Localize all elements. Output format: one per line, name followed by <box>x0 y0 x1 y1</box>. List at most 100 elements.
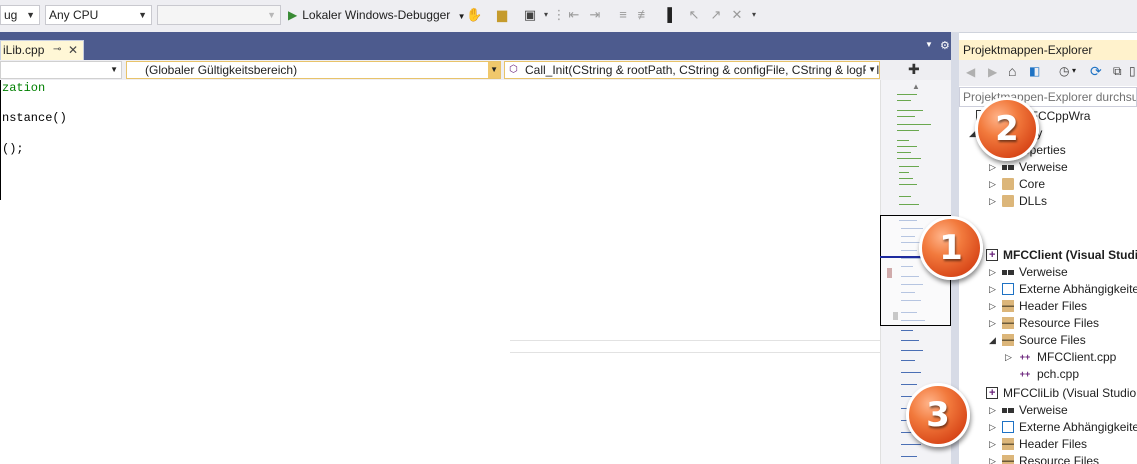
tree-node-label: MFCClient (Visual Studio <box>1003 248 1137 262</box>
tree-node-label: MFCClient.cpp <box>1037 350 1117 364</box>
scope-dropdown[interactable]: (Globaler Gültigkeitsbereich) ▼ <box>126 61 501 79</box>
expand-arrow-icon[interactable]: ▷ <box>989 159 999 176</box>
close-icon[interactable]: ✕ <box>68 41 78 59</box>
chevron-down-icon: ▼ <box>26 10 35 20</box>
navigation-bar: ▼ (Globaler Gültigkeitsbereich) ▼ ⬡ Call… <box>0 60 958 80</box>
method-icon: ⬡ <box>509 64 518 75</box>
expand-arrow-icon[interactable]: ▷ <box>1005 349 1015 366</box>
filter-folder-icon <box>1002 438 1014 450</box>
tree-node-external-deps[interactable]: ▷ Externe Abhängigkeite <box>989 281 1137 298</box>
references-icon <box>1002 404 1014 416</box>
pending-changes-icon[interactable]: ◷ <box>1059 64 1069 78</box>
screenshot-icon[interactable]: ▣ <box>522 6 538 24</box>
forward-icon[interactable]: ▶ <box>988 65 997 79</box>
indent-icon[interactable]: ⇥ <box>587 6 603 24</box>
tree-node-references[interactable]: ▷ Verweise <box>989 264 1068 281</box>
chevron-down-icon: ▼ <box>488 62 500 78</box>
tree-node-file[interactable]: ++ pch.cpp <box>1015 366 1079 383</box>
folder-icon <box>1002 195 1014 207</box>
solution-tree: ppe "MFCCppWra ◢nLibrary ▷roperties ▷Ver… <box>959 107 1137 464</box>
back-icon[interactable]: ◀ <box>966 65 975 79</box>
tree-node-filter[interactable]: ▷ Header Files <box>989 436 1087 453</box>
tab-list-dropdown-icon[interactable]: ▼ <box>925 40 933 49</box>
tree-node-filter[interactable]: ▷ Resource Files <box>989 315 1099 332</box>
tree-node-label: Resource Files <box>1019 316 1100 330</box>
outdent-icon[interactable]: ⇤ <box>566 6 582 24</box>
uncomment-icon[interactable]: ≢ <box>636 6 652 24</box>
comment-icon[interactable]: ≡ <box>615 6 631 24</box>
switch-views-icon[interactable]: ◧ <box>1029 64 1040 78</box>
filter-folder-icon <box>1002 300 1014 312</box>
tree-node-references[interactable]: ▷ Verweise <box>989 159 1068 176</box>
expand-arrow-icon[interactable]: ▷ <box>989 281 999 298</box>
project-dropdown[interactable]: ▼ <box>0 61 122 79</box>
solution-explorer-toolbar: ◀ ▶ ⌂ ◧ ◷ ▾ ⟳ ⧉ ▯ <box>959 60 1137 86</box>
code-line: (); <box>2 142 24 156</box>
tree-node-file[interactable]: ▷ ++ MFCClient.cpp <box>1005 349 1116 366</box>
tree-node-references[interactable]: ▷ Verweise <box>989 402 1068 419</box>
filter-folder-icon <box>1002 317 1014 329</box>
tree-node-label: MFCCliLib (Visual Studio <box>1003 386 1137 400</box>
tree-node-filter[interactable]: ▷ Resource Files <box>989 453 1099 464</box>
toolbar-overflow-icon[interactable]: ▾ <box>746 6 762 24</box>
tree-node-folder[interactable]: ▷ DLLs <box>989 193 1047 210</box>
external-dependencies-icon <box>1002 283 1014 295</box>
startup-item-dropdown[interactable]: ▼ <box>157 5 281 25</box>
expand-arrow-icon[interactable]: ▷ <box>989 453 999 464</box>
gear-icon[interactable]: ⚙ <box>940 39 950 52</box>
project-icon <box>986 247 998 264</box>
expand-arrow-icon[interactable]: ▷ <box>989 436 999 453</box>
document-tab-label: iLib.cpp <box>3 43 45 57</box>
show-all-files-icon[interactable]: ▯ <box>1129 64 1136 78</box>
expand-arrow-icon[interactable]: ▷ <box>989 193 999 210</box>
expand-arrow-icon[interactable]: ▷ <box>989 176 999 193</box>
platform-dropdown[interactable]: Any CPU ▼ <box>45 5 152 25</box>
document-tab-strip: iLib.cpp ⊸ ✕ <box>0 32 958 60</box>
solution-config-dropdown[interactable]: ug ▼ <box>0 5 40 25</box>
project-icon <box>986 385 998 402</box>
expand-arrow-icon[interactable]: ▷ <box>989 264 999 281</box>
home-icon[interactable]: ⌂ <box>1008 63 1016 79</box>
debugger-label: Lokaler Windows-Debugger <box>302 8 451 22</box>
code-line: zation <box>2 81 46 95</box>
editor-separator <box>510 340 880 341</box>
chevron-down-icon[interactable]: ▾ <box>1072 66 1076 75</box>
expand-arrow-icon[interactable]: ▷ <box>989 315 999 332</box>
collapse-all-icon[interactable]: ⧉ <box>1113 64 1122 79</box>
tree-node-project[interactable]: ◢MFCClient (Visual Studio <box>973 247 1137 264</box>
split-window-icon[interactable]: ✚ <box>908 61 920 77</box>
find-in-files-icon[interactable]: ▆ <box>494 6 510 24</box>
document-tab[interactable]: iLib.cpp ⊸ ✕ <box>0 40 84 60</box>
function-dropdown[interactable]: ⬡ Call_Init(CString & rootPath, CString … <box>504 61 880 79</box>
sync-icon[interactable]: ⟳ <box>1090 63 1102 80</box>
expand-arrow-icon[interactable]: ▷ <box>989 402 999 419</box>
callout-badge-1: 1 <box>919 216 983 280</box>
cpp-file-icon: ++ <box>1019 352 1031 362</box>
step-icon[interactable]: ⋮ <box>551 6 567 24</box>
tree-node-label: Header Files <box>1019 437 1088 451</box>
tree-node-project[interactable]: MFCCliLib (Visual Studio <box>983 385 1136 402</box>
platform-value: Any CPU <box>49 8 99 22</box>
tree-node-external-deps[interactable]: ▷ Externe Abhängigkeite <box>989 419 1137 436</box>
prev-bookmark-icon[interactable]: ↖ <box>686 6 702 24</box>
code-editor[interactable] <box>0 80 880 464</box>
scope-value: (Globaler Gültigkeitsbereich) <box>145 63 298 77</box>
solution-explorer-title[interactable]: Projektmappen-Explorer <box>959 40 1137 60</box>
chevron-down-icon: ▼ <box>138 10 147 20</box>
collapse-arrow-icon[interactable]: ◢ <box>989 332 999 349</box>
main-toolbar: ug ▼ Any CPU ▼ ▼ ▶ Lokaler Windows-Debugg… <box>0 0 1137 33</box>
hot-reload-icon[interactable]: ✋ <box>466 6 482 24</box>
tree-node-filter[interactable]: ◢ Source Files <box>989 332 1086 349</box>
tree-node-label: Source Files <box>1019 333 1086 347</box>
editor-separator <box>510 352 880 353</box>
expand-arrow-icon[interactable]: ▷ <box>989 419 999 436</box>
tree-node-folder[interactable]: ▷ Core <box>989 176 1045 193</box>
tree-node-filter[interactable]: ▷ Header Files <box>989 298 1087 315</box>
start-debugger-button[interactable]: ▶ Lokaler Windows-Debugger ▼ <box>288 6 466 24</box>
code-line: nstance() <box>2 111 67 125</box>
pin-icon[interactable]: ⊸ <box>53 41 61 59</box>
clear-bookmarks-icon[interactable]: ✕ <box>729 6 745 24</box>
expand-arrow-icon[interactable]: ▷ <box>989 298 999 315</box>
next-bookmark-icon[interactable]: ↗ <box>708 6 724 24</box>
bookmark-icon[interactable]: ▌ <box>664 6 680 24</box>
